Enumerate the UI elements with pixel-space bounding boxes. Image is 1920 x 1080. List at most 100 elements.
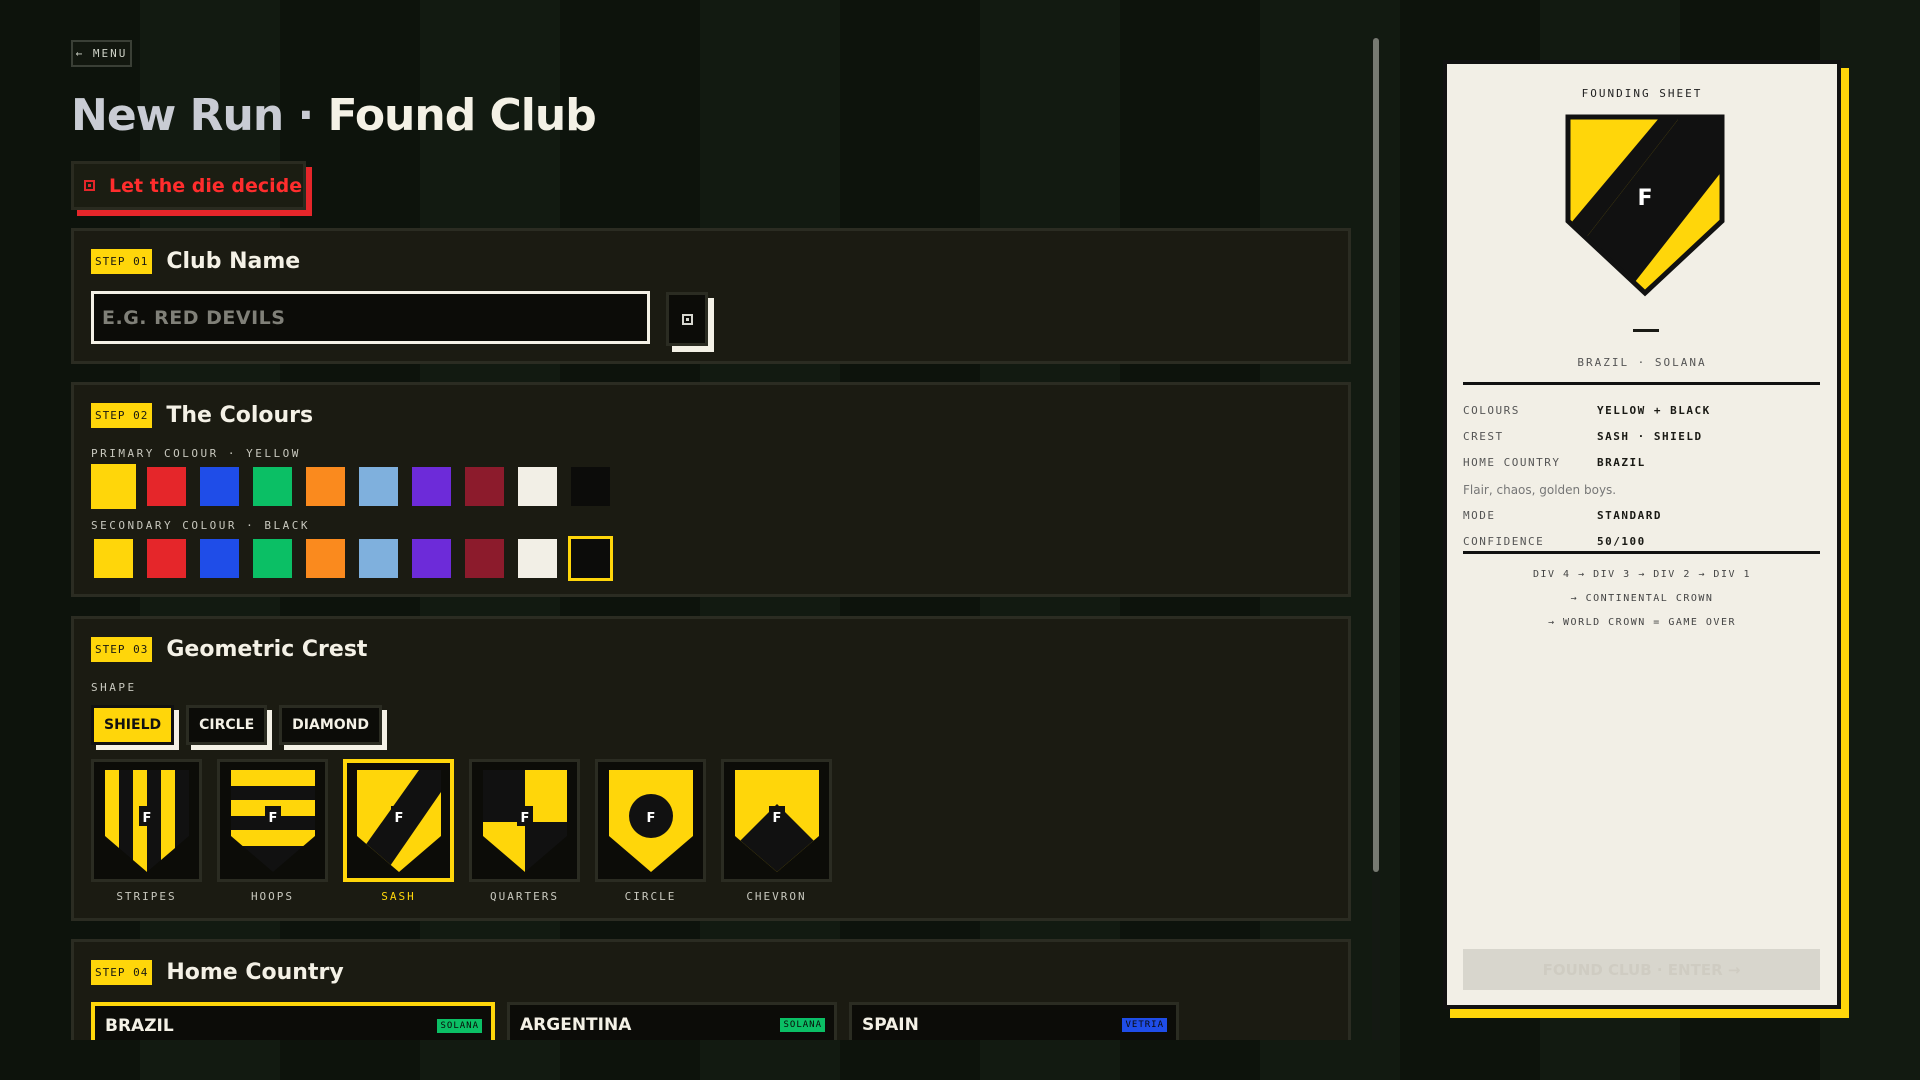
randomize-name-button[interactable] [666, 292, 708, 346]
sheet-crest-letter: F [1637, 186, 1652, 211]
crest-hoops-icon: F [230, 769, 315, 872]
shape-label: SHAPE [91, 681, 137, 694]
colour-swatch[interactable] [462, 536, 507, 581]
crest-pattern-options: F STRIPES F HOOPS F SASH F QUARTERS F CI… [91, 759, 832, 903]
step-badge: STEP 03 [91, 637, 153, 662]
sheet-crest: F [1560, 111, 1730, 306]
sheet-row-crest: CREST SASH · SHIELD [1463, 430, 1820, 443]
colour-swatch[interactable] [250, 464, 295, 509]
colour-swatch[interactable] [409, 536, 454, 581]
colour-swatch[interactable] [409, 464, 454, 509]
club-name-input[interactable] [91, 291, 650, 344]
crest-quarters-icon: F [482, 769, 567, 872]
primary-colour-swatches [91, 464, 613, 509]
die-icon [681, 313, 693, 325]
menu-button[interactable]: ← MENU [71, 40, 132, 67]
step-title: Club Name [166, 249, 301, 274]
colour-swatch[interactable] [144, 464, 189, 509]
crest-letter: F [772, 811, 781, 826]
die-icon [84, 180, 95, 191]
step-title: Home Country [166, 960, 344, 985]
step-badge: STEP 04 [91, 960, 153, 985]
colour-swatch[interactable] [91, 464, 136, 509]
league-tag: SOLANA [437, 1019, 482, 1033]
sheet-row-home-country: HOME COUNTRY BRAZIL [1463, 456, 1820, 469]
colour-swatch[interactable] [303, 464, 348, 509]
row-key: CONFIDENCE [1463, 535, 1545, 548]
crest-option-hoops[interactable]: F HOOPS [217, 759, 328, 903]
crest-letter: F [142, 811, 151, 826]
row-value: 50/100 [1597, 535, 1646, 548]
colour-swatch[interactable] [356, 464, 401, 509]
sheet-row-confidence: CONFIDENCE 50/100 [1463, 535, 1820, 548]
colour-swatch[interactable] [144, 536, 189, 581]
page-title: New Run · Found Club [71, 90, 597, 141]
country-card-spain[interactable]: SPAIN VETRIA [849, 1002, 1179, 1040]
found-club-button[interactable]: FOUND CLUB · ENTER → [1463, 949, 1820, 990]
row-value: BRAZIL [1597, 456, 1646, 469]
league-tag: SOLANA [780, 1018, 825, 1032]
main-panel: ← MENU New Run · Found Club Let the die … [71, 38, 1351, 1040]
crest-letter: F [646, 811, 655, 826]
shape-tab-diamond[interactable]: DIAMOND [279, 705, 382, 745]
crest-preview: F [469, 759, 580, 882]
crest-letter: F [268, 811, 277, 826]
random-die-button[interactable]: Let the die decide [71, 161, 306, 210]
shape-tab-shield[interactable]: SHIELD [91, 705, 175, 745]
ladder-line: → CONTINENTAL CROWN [1570, 593, 1714, 604]
crest-option-sash[interactable]: F SASH [343, 759, 454, 903]
crest-preview: F [721, 759, 832, 882]
step-home-country: STEP 04 Home Country BRAZIL SOLANA ARGEN… [71, 939, 1351, 1040]
title-found-club: Found Club [327, 90, 597, 141]
crest-option-label: HOOPS [250, 890, 295, 903]
colour-swatch[interactable] [462, 464, 507, 509]
colour-swatch[interactable] [197, 464, 242, 509]
crest-option-label: CIRCLE [624, 890, 677, 903]
row-value: STANDARD [1597, 509, 1662, 522]
colour-swatch[interactable] [515, 536, 560, 581]
step-badge: STEP 01 [91, 249, 153, 274]
title-separator: · [297, 90, 315, 141]
step-title: Geometric Crest [166, 637, 368, 662]
ladder-line: DIV 4 → DIV 3 → DIV 2 → DIV 1 [1532, 569, 1752, 580]
founding-sheet: FOUNDING SHEET F BRAZIL · SOLANA COLOURS… [1443, 60, 1841, 1009]
colour-swatch[interactable] [356, 536, 401, 581]
crest-option-stripes[interactable]: F STRIPES [91, 759, 202, 903]
shape-tab-circle[interactable]: CIRCLE [186, 705, 268, 745]
country-card-argentina[interactable]: ARGENTINA SOLANA [507, 1002, 837, 1040]
colour-swatch[interactable] [91, 536, 136, 581]
row-key: MODE [1463, 509, 1496, 522]
step-colours: STEP 02 The Colours PRIMARY COLOUR · YEL… [71, 382, 1351, 597]
secondary-colour-swatches [91, 536, 613, 581]
country-options: BRAZIL SOLANA ARGENTINA SOLANA SPAIN VET… [91, 1002, 1179, 1040]
colour-swatch[interactable] [197, 536, 242, 581]
crest-option-quarters[interactable]: F QUARTERS [469, 759, 580, 903]
scrollbar-thumb[interactable] [1373, 38, 1379, 872]
colour-swatch[interactable] [303, 536, 348, 581]
crest-option-circle[interactable]: F CIRCLE [595, 759, 706, 903]
divider [1463, 382, 1820, 385]
colour-swatch[interactable] [568, 536, 613, 581]
crest-option-label: SASH [381, 890, 416, 903]
colour-swatch[interactable] [250, 536, 295, 581]
crest-preview-sash: F [1565, 114, 1725, 297]
country-name: ARGENTINA [520, 1015, 632, 1035]
crest-letter: F [520, 811, 529, 826]
sheet-row-colours: COLOURS YELLOW + BLACK [1463, 404, 1820, 417]
row-value: YELLOW + BLACK [1597, 404, 1711, 417]
ladder-line: → WORLD CROWN = GAME OVER [1547, 617, 1736, 628]
crest-stripes-icon: F [104, 769, 189, 872]
crest-preview: F [595, 759, 706, 882]
country-card-brazil[interactable]: BRAZIL SOLANA [91, 1002, 495, 1040]
shape-tabs: SHIELD CIRCLE DIAMOND [91, 705, 382, 745]
die-button-label: Let the die decide [109, 174, 303, 197]
crest-option-label: CHEVRON [746, 890, 807, 903]
divider [1463, 551, 1820, 554]
crest-option-chevron[interactable]: F CHEVRON [721, 759, 832, 903]
crest-letter: F [394, 811, 403, 826]
colour-swatch[interactable] [568, 464, 613, 509]
colour-swatch[interactable] [515, 464, 560, 509]
crest-sash-icon: F [356, 769, 441, 872]
crest-circle-icon: F [608, 769, 693, 872]
row-key: COLOURS [1463, 404, 1520, 417]
